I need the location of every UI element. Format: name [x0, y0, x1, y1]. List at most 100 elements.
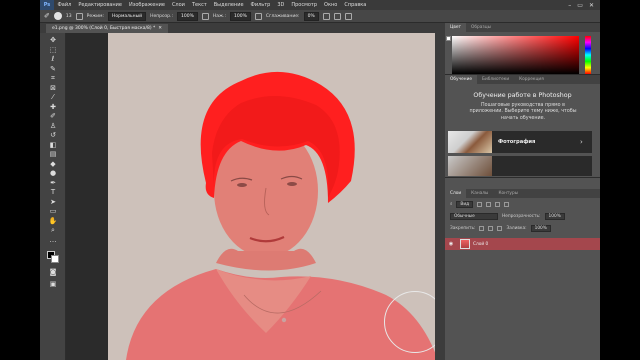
- learn-card-next[interactable]: [448, 156, 592, 176]
- hand-icon[interactable]: ✋: [48, 217, 58, 225]
- brush-tool-icon[interactable]: ✐: [44, 12, 50, 20]
- menu-layers[interactable]: Слои: [168, 2, 188, 8]
- learn-panel: Обучение Библиотеки Коррекция Обучение р…: [445, 75, 600, 178]
- airbrush-icon[interactable]: [254, 12, 262, 20]
- color-panel-tabs: Цвет Образцы: [445, 23, 600, 32]
- menu-filter[interactable]: Фильтр: [247, 2, 274, 8]
- document-tab[interactable]: e1.png @ 300% (Слой 0, Быстрая маска/8) …: [46, 24, 169, 33]
- minimize-icon[interactable]: –: [568, 2, 571, 9]
- smoothing-label: Сглаживание:: [265, 13, 300, 19]
- document-tab-bar: e1.png @ 300% (Слой 0, Быстрая маска/8) …: [40, 23, 450, 33]
- lock-all-icon[interactable]: [497, 226, 503, 231]
- symmetry-icon[interactable]: [344, 12, 352, 20]
- blur-icon[interactable]: ◆: [48, 160, 58, 168]
- more-tools-icon[interactable]: …: [48, 236, 58, 244]
- layer-row[interactable]: ◉ Слой 0: [445, 238, 600, 250]
- menu-edit[interactable]: Редактирование: [75, 2, 126, 8]
- brush-settings-icon[interactable]: [75, 12, 83, 20]
- tab-swatches[interactable]: Образцы: [466, 23, 496, 32]
- brush-icon[interactable]: ✐: [48, 113, 58, 120]
- menu-select[interactable]: Выделение: [210, 2, 247, 8]
- color-panel: Цвет Образцы: [445, 23, 600, 75]
- fill-label: Заливка:: [506, 226, 527, 231]
- eyedropper-icon[interactable]: ⁄: [48, 94, 58, 101]
- chevron-right-icon: ›: [580, 138, 583, 146]
- filter-adjust-icon[interactable]: [486, 202, 492, 207]
- mode-select[interactable]: Нормальный: [107, 11, 147, 21]
- blend-row: Обычные Непрозрачность: 100%: [445, 212, 600, 221]
- zoom-icon[interactable]: ⌕: [48, 227, 58, 234]
- brush-preset-icon[interactable]: [53, 12, 62, 20]
- blend-mode-select[interactable]: Обычные: [450, 213, 498, 220]
- foreground-background-colors[interactable]: [47, 251, 59, 263]
- menu-3d[interactable]: 3D: [274, 2, 288, 8]
- layer-filter-select[interactable]: Вид: [456, 201, 474, 208]
- gradient-icon[interactable]: ▤: [48, 151, 58, 158]
- tab-learn[interactable]: Обучение: [445, 75, 478, 84]
- tab-color[interactable]: Цвет: [445, 23, 467, 32]
- lasso-icon[interactable]: ℓ: [48, 56, 58, 63]
- foreground-color-swatch[interactable]: [446, 36, 451, 41]
- eraser-icon[interactable]: ◧: [48, 141, 58, 149]
- mode-label: Режим:: [86, 13, 104, 19]
- letterbox-right: [600, 0, 640, 360]
- layer-opacity-input[interactable]: 100%: [544, 213, 565, 220]
- close-icon[interactable]: ✕: [589, 2, 594, 9]
- tab-paths[interactable]: Контуры: [493, 189, 523, 198]
- menu-window[interactable]: Окно: [321, 2, 341, 8]
- menu-view[interactable]: Просмотр: [288, 2, 321, 8]
- tab-channels[interactable]: Каналы: [466, 189, 493, 198]
- move-icon[interactable]: ✥: [48, 37, 58, 44]
- filter-shape-icon[interactable]: [504, 202, 510, 207]
- canvas-area[interactable]: [66, 33, 450, 360]
- smoothing-options-icon[interactable]: [322, 12, 330, 20]
- flow-input[interactable]: 100%: [230, 11, 251, 21]
- quick-select-icon[interactable]: ✎: [48, 65, 58, 73]
- type-icon[interactable]: T: [48, 189, 58, 196]
- opacity-label: Непрозр.:: [150, 13, 173, 19]
- filter-pixel-icon[interactable]: [477, 202, 483, 207]
- lock-pixels-icon[interactable]: [479, 226, 485, 231]
- pen-icon[interactable]: ✒: [48, 179, 58, 187]
- brush-size[interactable]: 13: [66, 14, 72, 19]
- letterbox-left: [0, 0, 40, 360]
- collapsed-panel-strip: [435, 23, 445, 360]
- screen-mode-icon[interactable]: ▣: [48, 281, 58, 288]
- color-field[interactable]: [452, 36, 579, 74]
- shape-icon[interactable]: ▭: [48, 208, 58, 215]
- lock-position-icon[interactable]: [488, 226, 494, 231]
- pressure-size-icon[interactable]: [333, 12, 341, 20]
- healing-icon[interactable]: ✚: [48, 103, 58, 111]
- quick-mask-icon[interactable]: ◙: [48, 269, 58, 276]
- stamp-icon[interactable]: ♙: [48, 122, 58, 130]
- background-color[interactable]: [51, 255, 59, 263]
- tab-libraries[interactable]: Библиотеки: [477, 75, 514, 84]
- maximize-icon[interactable]: ▭: [577, 2, 583, 9]
- crop-icon[interactable]: ⌗: [48, 75, 58, 82]
- menu-bar: Ps Файл Редактирование Изображение Слои …: [40, 0, 600, 10]
- pressure-opacity-icon[interactable]: [201, 12, 209, 20]
- learn-card-photography[interactable]: Фотография ›: [448, 131, 592, 153]
- menu-help[interactable]: Справка: [341, 2, 370, 8]
- dodge-icon[interactable]: ●: [48, 170, 58, 177]
- history-brush-icon[interactable]: ↺: [48, 132, 58, 139]
- hue-slider[interactable]: [585, 36, 591, 74]
- layers-panel-tabs: Слои Каналы Контуры: [445, 189, 600, 198]
- photoshop-window: Ps Файл Редактирование Изображение Слои …: [40, 0, 600, 360]
- menu-image[interactable]: Изображение: [125, 2, 168, 8]
- opacity-input[interactable]: 100%: [176, 11, 198, 21]
- menu-file[interactable]: Файл: [54, 2, 75, 8]
- path-select-icon[interactable]: ➤: [48, 198, 58, 206]
- smoothing-input[interactable]: 0%: [303, 11, 319, 21]
- menu-type[interactable]: Текст: [188, 2, 210, 8]
- tab-adjustments[interactable]: Коррекция: [514, 75, 549, 84]
- tab-close-icon[interactable]: ✕: [158, 26, 162, 31]
- flow-label: Наж.:: [212, 13, 227, 19]
- eye-icon[interactable]: ◉: [445, 241, 457, 247]
- fill-input[interactable]: 100%: [530, 225, 551, 232]
- lock-row: Закрепить: Заливка: 100%: [445, 224, 600, 233]
- frame-icon[interactable]: ⊠: [48, 84, 58, 92]
- tab-layers[interactable]: Слои: [445, 189, 467, 198]
- marquee-icon[interactable]: ⬚: [48, 46, 58, 54]
- filter-type-icon[interactable]: [495, 202, 501, 207]
